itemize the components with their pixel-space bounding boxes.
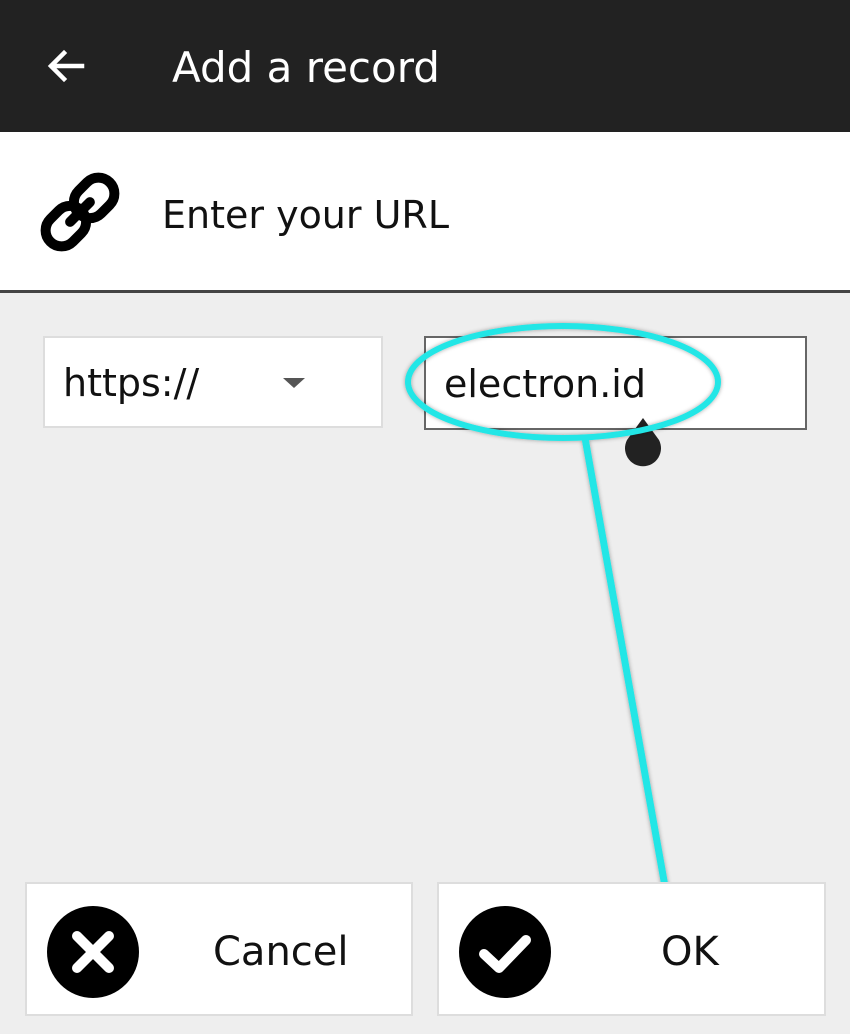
cancel-button[interactable]: Cancel [25,882,413,1016]
close-circle-icon [47,906,139,998]
arrow-left-icon [47,49,85,83]
app-bar: Add a record [0,0,850,132]
url-header: Enter your URL [0,132,850,293]
dropdown-arrow-icon [283,378,305,388]
ok-button-label: OK [661,929,719,975]
scheme-value: https:// [63,361,200,405]
scheme-select[interactable]: https:// [43,336,383,428]
check-circle-icon [459,906,551,998]
url-input[interactable]: electron.id [424,336,807,430]
url-value: electron.id [444,362,646,406]
ok-button[interactable]: OK [437,882,826,1016]
text-cursor-handle-icon[interactable] [618,414,668,470]
back-button[interactable] [30,30,100,102]
annotation-arrow-line [581,437,670,893]
cancel-button-label: Cancel [213,929,349,975]
page-title: Add a record [172,43,440,92]
header-title: Enter your URL [162,193,449,237]
link-icon [40,172,120,252]
